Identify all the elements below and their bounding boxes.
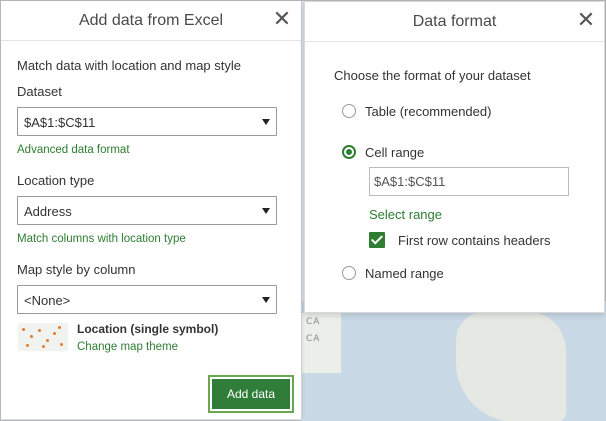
option-cell-range-label[interactable]: Cell range	[365, 145, 424, 160]
theme-title: Location (single symbol)	[77, 322, 219, 336]
chevron-down-icon	[262, 119, 270, 125]
cell-range-input[interactable]	[369, 167, 569, 196]
location-type-value: Address	[24, 204, 72, 219]
radio-table[interactable]	[342, 104, 356, 118]
panel-header: Data format ✕	[305, 2, 604, 42]
location-type-select[interactable]: Address	[17, 196, 277, 225]
map-style-select[interactable]: <None>	[17, 285, 277, 314]
option-named-range-label[interactable]: Named range	[365, 266, 444, 281]
advanced-data-format-link[interactable]: Advanced data format	[17, 144, 130, 156]
select-range-link[interactable]: Select range	[369, 207, 442, 222]
map-label: CA	[306, 334, 321, 344]
panel-title: Data format	[412, 13, 497, 30]
first-row-headers-label[interactable]: First row contains headers	[398, 233, 550, 248]
close-icon[interactable]: ✕	[271, 8, 293, 30]
map-style-value: <None>	[24, 293, 71, 308]
match-columns-link[interactable]: Match columns with location type	[17, 233, 186, 245]
close-icon[interactable]: ✕	[575, 9, 597, 31]
dataset-value: $A$1:$C$11	[24, 115, 96, 130]
intro-text: Match data with location and map style	[17, 58, 242, 73]
map-theme-thumbnail-icon	[18, 323, 68, 351]
radio-named-range[interactable]	[342, 266, 356, 280]
radio-cell-range[interactable]	[342, 145, 356, 159]
panel-header: Add data from Excel ✕	[1, 1, 301, 41]
chevron-down-icon	[262, 297, 270, 303]
panel-title: Add data from Excel	[78, 12, 224, 29]
location-type-label: Location type	[17, 173, 95, 188]
first-row-headers-checkbox[interactable]	[369, 232, 385, 248]
data-format-panel: Data format ✕ Choose the format of your …	[304, 1, 605, 313]
dataset-label: Dataset	[17, 84, 62, 99]
map-label: CA	[306, 317, 321, 327]
format-prompt: Choose the format of your dataset	[334, 68, 531, 83]
add-data-button-focus-ring: Add data	[208, 375, 294, 413]
change-map-theme-link[interactable]: Change map theme	[77, 341, 178, 353]
add-data-panel: Add data from Excel ✕ Match data with lo…	[1, 1, 302, 419]
map-style-label: Map style by column	[17, 262, 136, 277]
add-data-button[interactable]: Add data	[212, 379, 290, 409]
option-table-label[interactable]: Table (recommended)	[365, 104, 491, 119]
dataset-select[interactable]: $A$1:$C$11	[17, 107, 277, 136]
chevron-down-icon	[262, 208, 270, 214]
